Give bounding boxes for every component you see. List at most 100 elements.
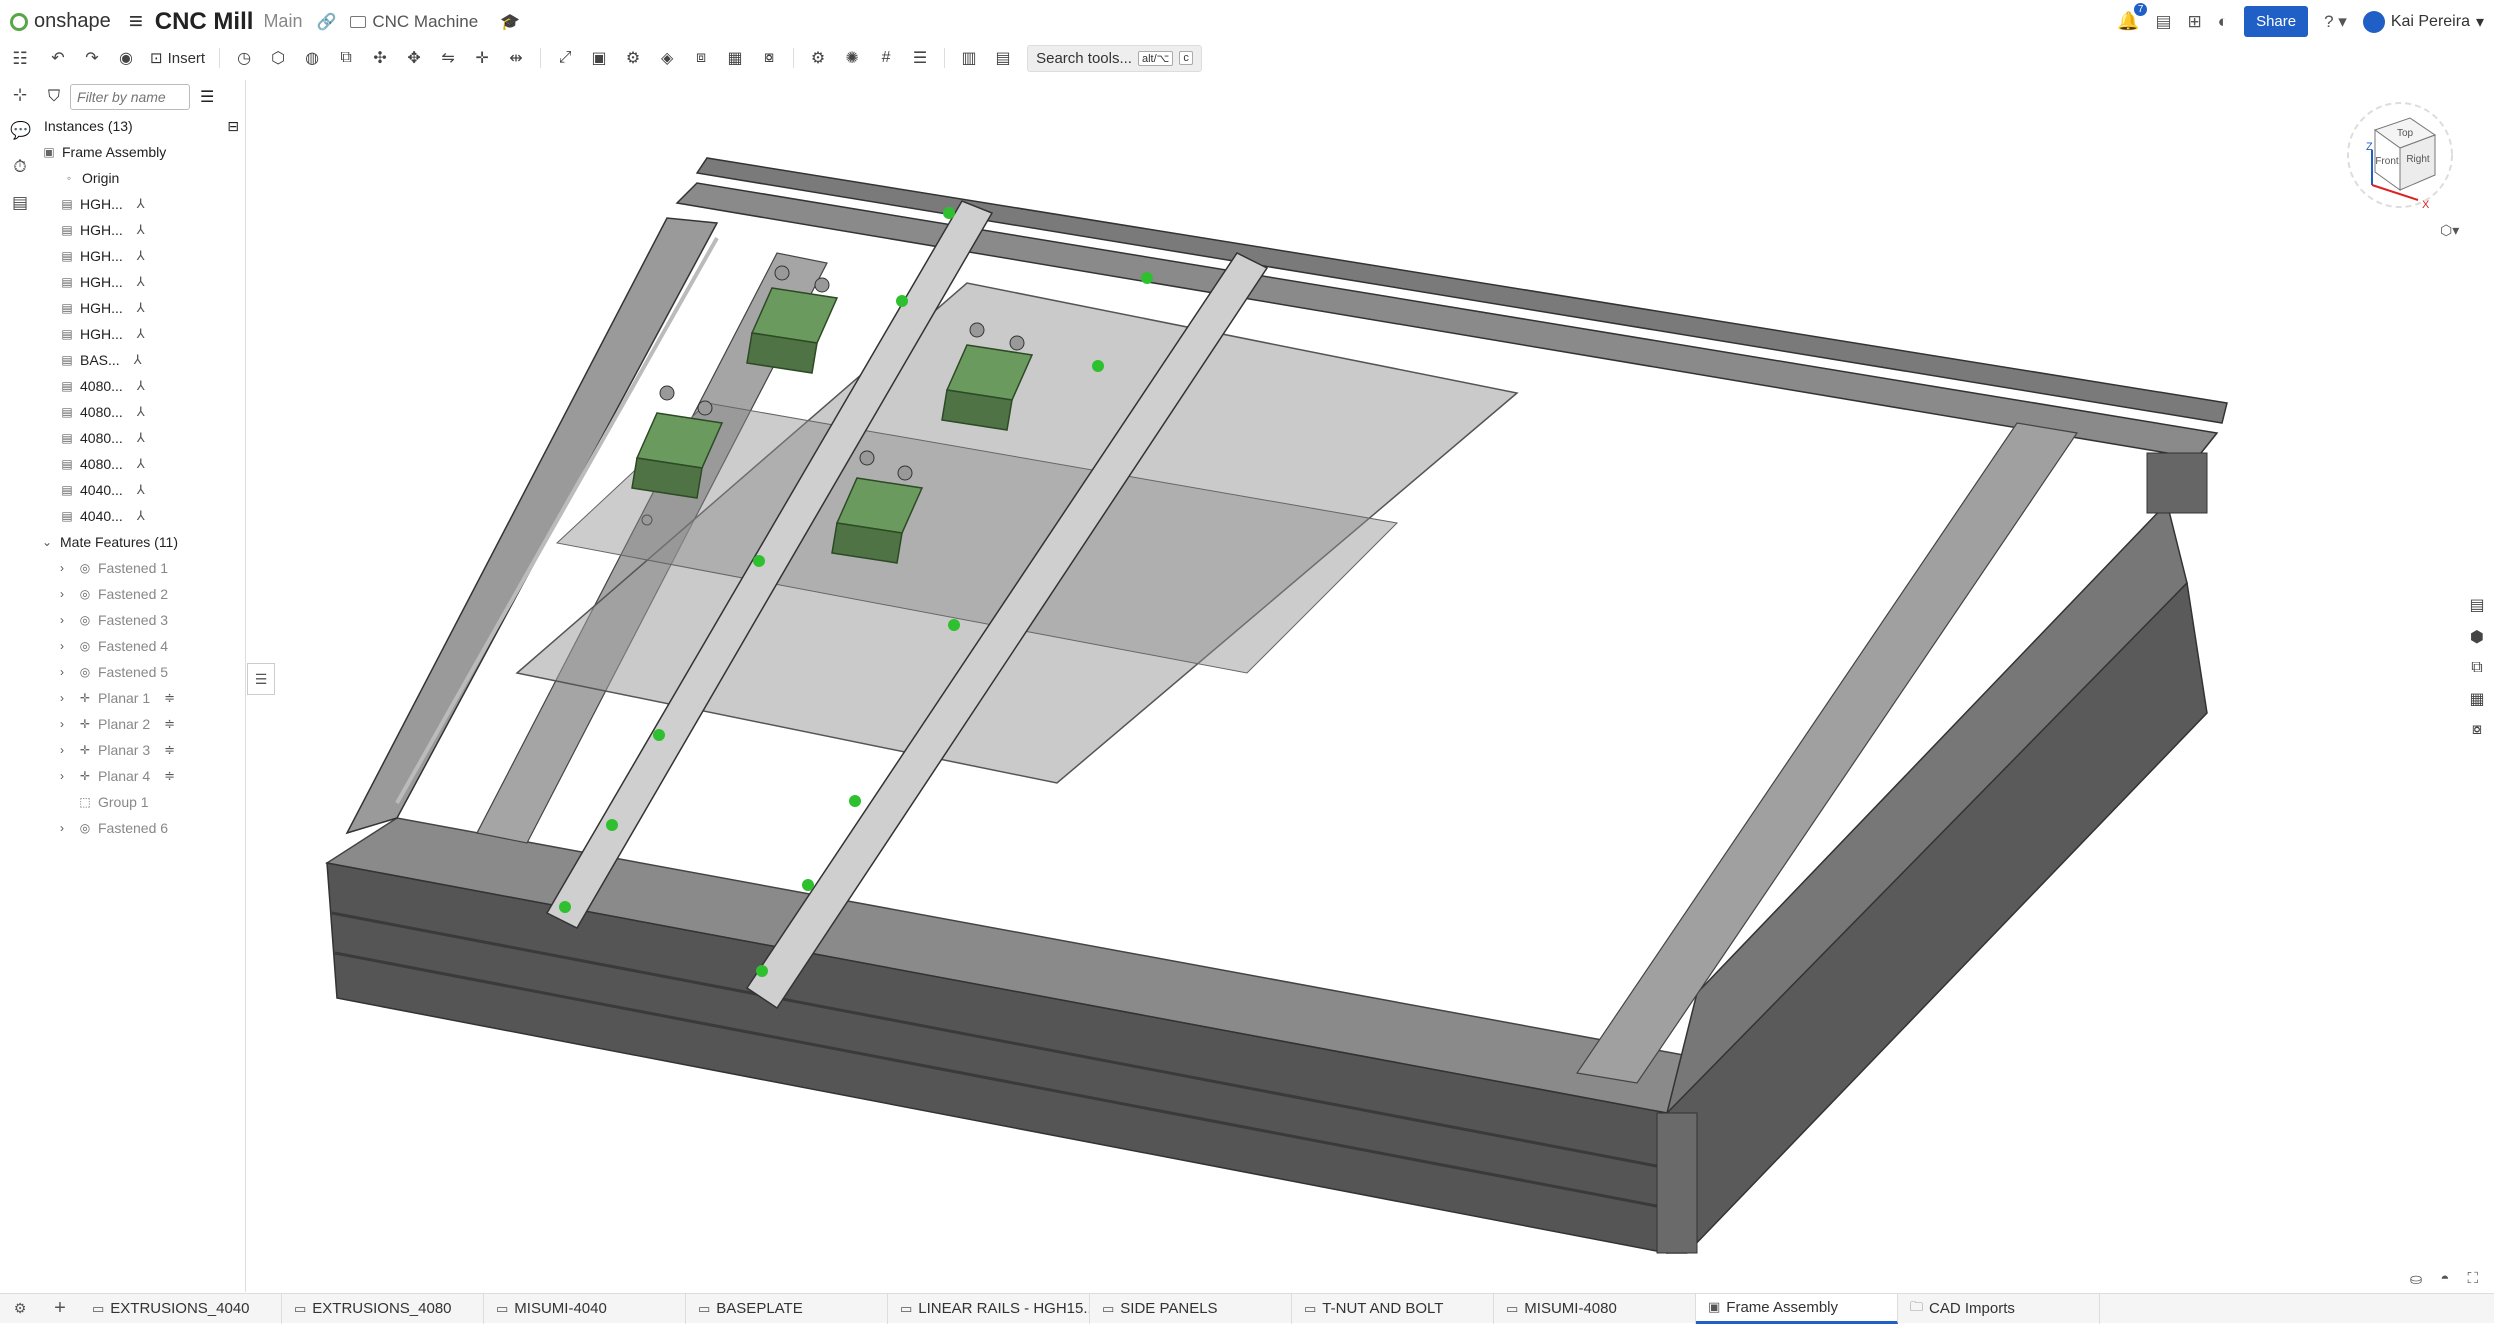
list-item[interactable]: › ✛ Planar 1 ≑ [42, 685, 245, 711]
revolute-mate-icon[interactable]: ✥ [404, 48, 424, 68]
list-item[interactable]: › ◎ Fastened 6 [42, 815, 245, 841]
bill-of-materials-icon[interactable]: ⧇ [2467, 721, 2487, 739]
list-item[interactable]: › ◎ Fastened 1 [42, 555, 245, 581]
settings-icon[interactable]: ⚙ [0, 1300, 40, 1317]
status-icon[interactable]: ◐ [2218, 12, 2228, 32]
list-view-icon[interactable]: ☰ [200, 87, 214, 107]
link-icon[interactable]: 🔗 [316, 12, 336, 32]
tab-side-panels[interactable]: ▭ SIDE PANELS [1090, 1293, 1292, 1324]
list-item[interactable]: ▤ HGH... ⅄ [42, 191, 245, 217]
feature-list-icon[interactable]: ☷ [10, 49, 30, 69]
zoom-fit-icon[interactable]: ⛶ [2467, 1270, 2478, 1288]
instance-icon[interactable]: ⬡ [268, 48, 288, 68]
bom-icon[interactable]: ▤ [10, 193, 30, 213]
list-item[interactable]: › ◎ Fastened 3 [42, 607, 245, 633]
document-list-icon[interactable]: ▤ [2155, 12, 2171, 32]
list-item[interactable]: ▤ HGH... ⅄ [42, 243, 245, 269]
comment-icon[interactable]: 💬 [10, 121, 31, 141]
pattern-icon[interactable]: ⧇ [759, 49, 779, 67]
filter-icon[interactable]: ⛉ [48, 88, 60, 106]
gear-icon[interactable]: ⚙ [808, 48, 828, 68]
group-icon[interactable]: ▣ [589, 48, 609, 68]
fastened-mate-icon[interactable]: ✣ [370, 48, 390, 68]
onshape-logo[interactable]: onshape [10, 10, 111, 33]
display-icon[interactable]: ◉ [116, 48, 136, 68]
render-mode-icon[interactable]: ⛀ [2410, 1270, 2423, 1288]
list-item[interactable]: ▤ 4080... ⅄ [42, 451, 245, 477]
table-icon[interactable]: ☰ [910, 48, 930, 68]
undo-icon[interactable]: ↶ [48, 48, 68, 68]
graphics-viewport[interactable]: ☰ [247, 73, 2460, 1293]
mirror-icon[interactable]: ⧉ [336, 49, 356, 67]
list-item[interactable]: › ◎ Fastened 5 [42, 659, 245, 685]
notifications-icon[interactable]: 🔔 7 [2117, 3, 2148, 32]
view-options-icon[interactable]: ⬡▾ [2440, 223, 2459, 239]
section-view-icon[interactable]: ◓ [2440, 1270, 2449, 1288]
filter-input[interactable] [70, 84, 191, 110]
bom-icon[interactable]: ▥ [959, 48, 979, 68]
list-item[interactable]: ▤ 4040... ⅄ [42, 477, 245, 503]
mate-features-header[interactable]: ⌄ Mate Features (11) [42, 529, 245, 555]
share-button[interactable]: Share [2244, 6, 2309, 37]
add-tab-icon[interactable]: + [40, 1297, 80, 1320]
history-icon[interactable]: ◷ [234, 48, 254, 68]
properties-icon[interactable]: ▤ [2467, 595, 2487, 615]
mate-connector-icon[interactable]: ⤢ [555, 49, 575, 67]
learning-center-icon[interactable]: 🎓 [500, 12, 520, 32]
tab-baseplate[interactable]: ▭ BASEPLATE [686, 1293, 888, 1324]
list-item[interactable]: ▤ BAS... ⅄ [42, 347, 245, 373]
tab-linear-rails[interactable]: ▭ LINEAR RAILS - HGH15... [888, 1293, 1090, 1324]
planar-mate-icon[interactable]: ✛ [472, 48, 492, 68]
cylindrical-mate-icon[interactable]: ⇹ [506, 48, 526, 68]
list-item[interactable]: › ✛ Planar 2 ≑ [42, 711, 245, 737]
search-tools-button[interactable]: Search tools... alt/⌥ c [1027, 44, 1202, 72]
tab-misumi-4080[interactable]: ▭ MISUMI-4080 [1494, 1293, 1696, 1324]
list-item[interactable]: ▤ HGH... ⅄ [42, 269, 245, 295]
list-item[interactable]: › ◎ Fastened 2 [42, 581, 245, 607]
tab-extrusions-4040[interactable]: ▭ EXTRUSIONS_4040 [80, 1293, 282, 1324]
tab-cad-imports[interactable]: 🗀 CAD Imports [1898, 1293, 2100, 1324]
list-item[interactable]: ▤ HGH... ⅄ [42, 217, 245, 243]
list-item[interactable]: ▤ HGH... ⅄ [42, 321, 245, 347]
list-item[interactable]: › ✛ Planar 4 ≑ [42, 763, 245, 789]
list-item[interactable]: ▤ HGH... ⅄ [42, 295, 245, 321]
configuration-panel-icon[interactable]: ▦ [2467, 689, 2487, 709]
insert-button[interactable]: ⊡ Insert [150, 49, 205, 68]
tab-extrusions-4080[interactable]: ▭ EXTRUSIONS_4080 [282, 1293, 484, 1324]
document-title[interactable]: CNC Mill [155, 8, 254, 36]
grid-icon[interactable]: # [876, 49, 896, 67]
origin-row[interactable]: ◦ Origin [42, 165, 245, 191]
measure-icon[interactable]: ▦ [725, 48, 745, 68]
folder-breadcrumb[interactable]: CNC Machine [372, 12, 478, 32]
user-menu[interactable]: Kai Pereira ▾ [2362, 10, 2484, 33]
history-icon[interactable]: ⏱ [10, 157, 30, 177]
replicate-icon[interactable]: ◍ [302, 48, 322, 68]
new-folder-icon[interactable]: ⊟ [227, 118, 239, 135]
branch-label[interactable]: Main [263, 11, 302, 32]
view-cube[interactable]: Top Front Right Z X ⬡▾ [2330, 90, 2470, 240]
appearance-icon[interactable]: ⬢ [2467, 627, 2487, 647]
cnc-frame-render[interactable] [247, 73, 2460, 1293]
app-store-icon[interactable]: ⊞ [2188, 12, 2202, 32]
tab-frame-assembly[interactable]: ▣ Frame Assembly [1696, 1293, 1898, 1324]
settings-icon[interactable]: ✺ [842, 48, 862, 68]
slider-mate-icon[interactable]: ⇋ [438, 48, 458, 68]
list-item[interactable]: ▤ 4080... ⅄ [42, 425, 245, 451]
tab-misumi-4040[interactable]: ▭ MISUMI-4040 [484, 1293, 686, 1324]
list-item[interactable]: ⬚ Group 1 [42, 789, 245, 815]
configuration-icon[interactable]: ▤ [993, 48, 1013, 68]
relation-icon[interactable]: ⚙ [623, 48, 643, 68]
mate-icon[interactable]: ⊹ [10, 85, 30, 105]
collapse-panel-icon[interactable]: ☰ [247, 663, 275, 695]
tab-t-nut-and-bolt[interactable]: ▭ T-NUT AND BOLT [1292, 1293, 1494, 1324]
redo-icon[interactable]: ↷ [82, 48, 102, 68]
list-item[interactable]: › ✛ Planar 3 ≑ [42, 737, 245, 763]
section-icon[interactable]: ◈ [657, 48, 677, 68]
list-item[interactable]: ▤ 4080... ⅄ [42, 373, 245, 399]
list-item[interactable]: › ◎ Fastened 4 [42, 633, 245, 659]
explode-icon[interactable]: ⧈ [691, 49, 711, 67]
mate-values-icon[interactable]: ⧉ [2467, 659, 2487, 677]
list-item[interactable]: ▤ 4040... ⅄ [42, 503, 245, 529]
assembly-row[interactable]: ▣ Frame Assembly [42, 139, 245, 165]
list-item[interactable]: ▤ 4080... ⅄ [42, 399, 245, 425]
